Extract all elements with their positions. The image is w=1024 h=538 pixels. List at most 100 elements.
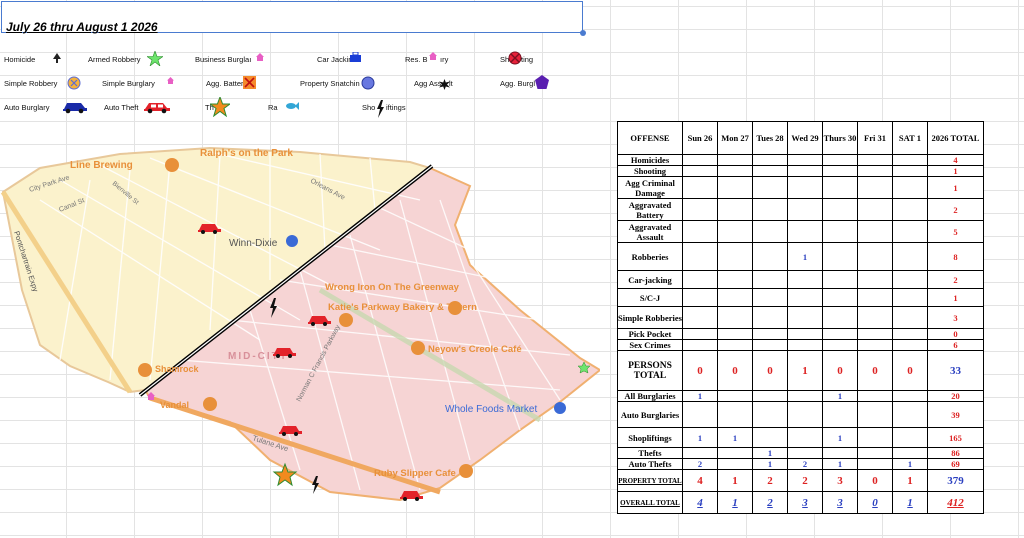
lightning-icon	[377, 100, 384, 118]
row-offense-label: Car-jacking	[617, 270, 683, 289]
row-day-value	[857, 401, 893, 428]
row-day-value	[787, 339, 823, 351]
row-offense-label: Homicides	[617, 154, 683, 166]
row-day-value	[822, 306, 858, 329]
row-day-value: 0	[717, 350, 753, 391]
row-day-value	[752, 390, 788, 402]
row-offense-label: Simple Robberies	[617, 306, 683, 329]
row-day-value	[752, 328, 788, 340]
row-day-value	[892, 176, 928, 199]
row-day-value	[682, 220, 718, 243]
row-day-value: 0	[682, 350, 718, 391]
row-day-value	[857, 154, 893, 166]
row-day-value	[857, 165, 893, 177]
district-map[interactable]: Ralph's on the Park Line Brewing City Pa…	[0, 140, 600, 538]
row-day-value	[682, 198, 718, 221]
red-circle-x-icon	[508, 51, 522, 65]
row-day-value: 1	[822, 390, 858, 402]
row-day-value	[857, 198, 893, 221]
row-day-value	[682, 154, 718, 166]
selected-title-cell[interactable]: July 26 thru August 1 2026	[1, 1, 586, 36]
row-day-value: 0	[892, 350, 928, 391]
row-day-value	[787, 328, 823, 340]
row-day-value: 1	[892, 491, 928, 514]
crime-stats-table: OFFENSE Sun 26 Mon 27 Tues 28 Wed 29 Thu…	[617, 121, 984, 514]
row-day-value: 1	[822, 458, 858, 470]
orange-circle-x-icon	[67, 76, 81, 90]
row-day-value	[857, 270, 893, 289]
map-poi-icon[interactable]	[459, 464, 473, 478]
row-day-value: 2	[787, 469, 823, 492]
row-day-value	[682, 306, 718, 329]
row-day-value	[787, 306, 823, 329]
row-day-value	[752, 306, 788, 329]
row-offense-label: Agg Criminal Damage	[617, 176, 683, 199]
blue-car-icon	[63, 103, 87, 114]
row-day-value	[752, 339, 788, 351]
row-total-value: 1	[927, 176, 984, 199]
row-day-value: 1	[787, 242, 823, 271]
row-day-value	[822, 242, 858, 271]
legend-simple-burglary: Simple Burglary	[102, 79, 155, 88]
table-row: Thefts 1 86	[617, 447, 984, 459]
row-offense-label: Aggravated Battery	[617, 198, 683, 221]
map-poi-icon[interactable]	[554, 402, 566, 414]
legend-shopliftings-tail: iftings	[386, 103, 406, 112]
row-day-value: 1	[892, 469, 928, 492]
row-day-value	[717, 270, 753, 289]
row-day-value	[717, 458, 753, 470]
legend-agg-assault-tail: lt	[449, 79, 453, 88]
row-day-value	[822, 220, 858, 243]
map-poi-icon[interactable]	[339, 313, 353, 327]
row-day-value	[717, 447, 753, 459]
map-poi-icon[interactable]	[138, 363, 152, 377]
table-row: Homicides 4	[617, 154, 984, 166]
map-label-shamrock: Shamrock	[155, 364, 200, 374]
header-mon: Mon 27	[717, 121, 753, 155]
legend-res-burglary-tail: ıry	[440, 55, 449, 64]
row-day-value	[822, 339, 858, 351]
green-star-icon	[147, 51, 163, 66]
row-day-value	[892, 288, 928, 307]
legend-auto-burglary: Auto Burglary	[4, 103, 50, 112]
row-total-value: 2	[927, 270, 984, 289]
row-day-value	[752, 270, 788, 289]
table-row: Car-jacking 2	[617, 270, 984, 289]
row-day-value	[892, 390, 928, 402]
row-day-value	[717, 242, 753, 271]
map-poi-icon[interactable]	[411, 341, 425, 355]
row-day-value	[822, 328, 858, 340]
row-total-value: 8	[927, 242, 984, 271]
row-day-value	[857, 220, 893, 243]
map-poi-icon[interactable]	[286, 235, 298, 247]
row-day-value	[752, 220, 788, 243]
map-label-wrong-iron: Wrong Iron On The Greenway	[325, 282, 460, 293]
row-day-value	[752, 401, 788, 428]
row-day-value: 4	[682, 469, 718, 492]
map-poi-icon[interactable]	[203, 397, 217, 411]
table-row: Shooting 1	[617, 165, 984, 177]
row-day-value: 2	[752, 491, 788, 514]
row-day-value: 1	[822, 427, 858, 448]
row-day-value	[787, 154, 823, 166]
row-day-value: 3	[822, 491, 858, 514]
fill-handle[interactable]	[580, 30, 586, 36]
row-day-value	[822, 198, 858, 221]
row-day-value	[857, 390, 893, 402]
map-label-ralphs: Ralph's on the Park	[200, 148, 293, 159]
map-poi-icon[interactable]	[165, 158, 179, 172]
row-day-value	[787, 427, 823, 448]
map-poi-icon[interactable]	[448, 301, 462, 315]
legend-auto-theft: Auto Theft	[104, 103, 139, 112]
blue-fish-icon	[286, 102, 299, 110]
table-row: PERSONS TOTAL 0 0 0 1 0 0 0 33	[617, 350, 984, 391]
row-day-value	[822, 165, 858, 177]
row-day-value	[717, 339, 753, 351]
row-day-value	[682, 401, 718, 428]
row-total-value: 39	[927, 401, 984, 428]
row-day-value	[787, 390, 823, 402]
pink-house-icon	[429, 52, 437, 60]
header-fri: Fri 31	[857, 121, 893, 155]
row-offense-label: Aggravated Assault	[617, 220, 683, 243]
row-offense-label: PERSONS TOTAL	[617, 350, 683, 391]
